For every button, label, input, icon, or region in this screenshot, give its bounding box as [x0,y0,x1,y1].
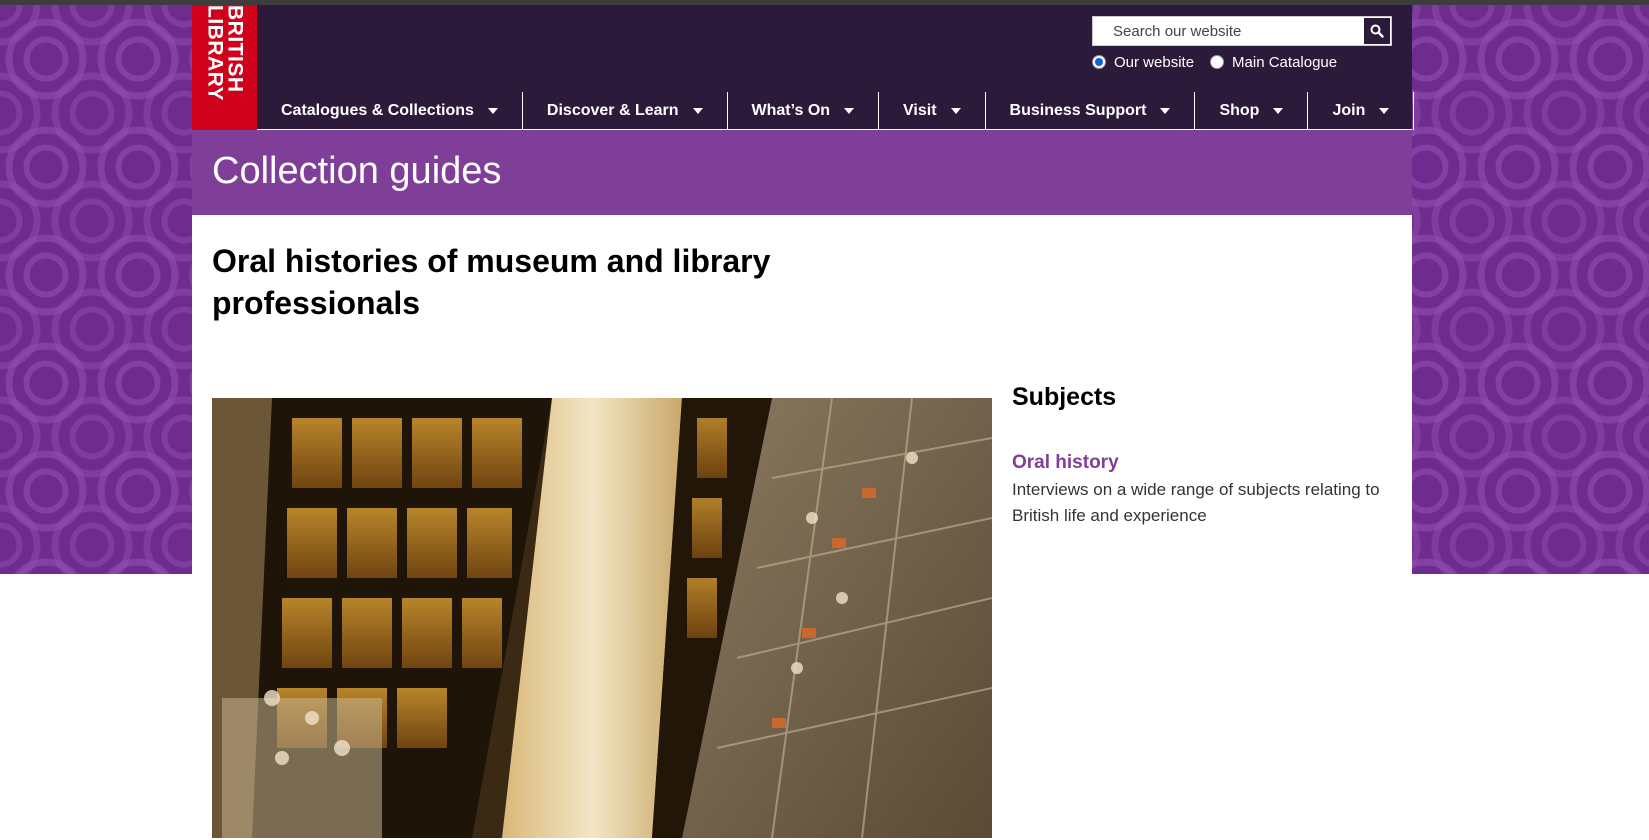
nav-item-label: Business Support [1009,102,1147,119]
search-button[interactable] [1363,17,1391,45]
nav-item-catalogues-collections[interactable]: Catalogues & Collections [257,92,523,130]
radio-main-catalogue-label[interactable]: Main Catalogue [1232,54,1337,71]
british-library-logo[interactable]: BRITISH LIBRARY [192,5,257,130]
caret-down-icon [1273,108,1284,114]
caret-down-icon [844,108,855,114]
subjects-heading: Subjects [1012,383,1117,411]
page-title: Oral histories of museum and library pro… [212,243,771,321]
search-scope-radios: Our website Main Catalogue [1092,52,1353,72]
library-interior-illustration [212,398,992,838]
search-box [1092,16,1392,46]
nav-item-whats-on[interactable]: What’s On [728,92,880,130]
banner-title: Collection guides [212,150,502,192]
logo-text: BRITISH LIBRARY [203,5,247,102]
nav-item-label: What’s On [751,102,831,119]
nav-item-label: Shop [1219,102,1260,119]
hero-image-library-interior [212,398,992,838]
nav-item-visit[interactable]: Visit [879,92,986,130]
section-banner: Collection guides [192,130,1412,215]
subject-description: Interviews on a wide range of subjects r… [1012,480,1380,525]
site-header: BRITISH LIBRARY Our website Main Catalog… [192,5,1415,130]
caret-down-icon [692,108,703,114]
subject-link-oral-history[interactable]: Oral history [1012,452,1119,474]
search-input[interactable] [1093,17,1363,45]
caret-down-icon [1160,108,1171,114]
nav-item-join[interactable]: Join [1308,92,1415,130]
nav-item-label: Catalogues & Collections [281,102,474,119]
radio-our-website-label[interactable]: Our website [1114,54,1194,71]
main-content: Oral histories of museum and library pro… [192,215,1412,840]
caret-down-icon [1379,108,1390,114]
nav-item-label: Discover & Learn [546,102,679,119]
nav-item-label: Join [1332,102,1366,119]
nav-item-shop[interactable]: Shop [1195,92,1309,130]
nav-item-label: Visit [903,102,937,119]
nav-item-business-support[interactable]: Business Support [986,92,1196,130]
caret-down-icon [487,108,498,114]
radio-main-catalogue[interactable] [1210,55,1225,69]
caret-down-icon [950,108,961,114]
search-icon [1370,24,1384,38]
nav-item-discover-learn[interactable]: Discover & Learn [523,92,728,130]
main-nav: Catalogues & Collections Discover & Lear… [257,92,1415,130]
radio-our-website[interactable] [1092,55,1106,69]
site-wrapper: BRITISH LIBRARY Our website Main Catalog… [192,5,1415,840]
